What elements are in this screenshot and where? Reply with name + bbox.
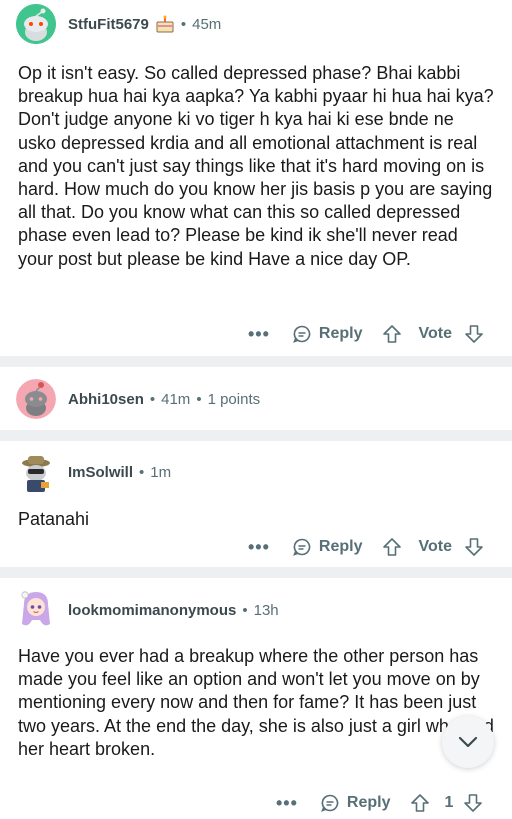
avatar[interactable]	[16, 379, 56, 419]
reply-button[interactable]: Reply	[292, 537, 363, 557]
separator	[0, 356, 512, 367]
reply-label: Reply	[318, 325, 363, 342]
comment-body: Patanahi	[18, 509, 90, 529]
cake-icon	[155, 15, 175, 33]
comment-header: Abhi10sen • 41m • 1 points	[16, 375, 260, 423]
comment-actions: ••• Reply Vote	[248, 532, 484, 562]
comment-actions: ••• Reply Vote	[248, 319, 484, 349]
comment-stfufit: StfuFit5679 • 45m Op it isn't easy. So c…	[0, 0, 512, 356]
more-options-button[interactable]: •••	[276, 793, 298, 814]
reply-icon	[320, 793, 340, 813]
timestamp: 45m	[192, 15, 222, 33]
comment-imsolwill: ImSolwill • 1m Patanahi ••• Reply Vote	[0, 441, 512, 567]
reply-button[interactable]: Reply	[320, 793, 391, 813]
reply-label: Reply	[346, 794, 391, 811]
username[interactable]: StfuFit5679	[68, 16, 149, 33]
comment-abhi10sen[interactable]: Abhi10sen • 41m • 1 points	[0, 367, 512, 430]
chevron-down-icon	[455, 729, 481, 755]
upvote-button[interactable]	[382, 537, 402, 557]
timestamp: 41m	[161, 390, 191, 408]
comment-body: Op it isn't easy. So called depressed ph…	[18, 63, 494, 269]
downvote-arrow-icon	[464, 324, 484, 344]
downvote-button[interactable]	[464, 537, 484, 557]
upvote-arrow-icon	[410, 793, 430, 813]
downvote-arrow-icon	[463, 793, 483, 813]
reply-label: Reply	[318, 538, 363, 555]
comment-body: Have you ever had a breakup where the ot…	[18, 646, 494, 759]
upvote-arrow-icon	[382, 537, 402, 557]
username[interactable]: lookmomimanonymous	[68, 602, 236, 619]
separator	[0, 430, 512, 441]
downvote-button[interactable]	[464, 324, 484, 344]
separator	[0, 567, 512, 578]
comment-header: StfuFit5679 • 45m	[16, 0, 221, 48]
vote-label: Vote	[418, 538, 452, 555]
downvote-button[interactable]	[463, 793, 483, 813]
avatar[interactable]	[16, 4, 56, 44]
username[interactable]: Abhi10sen	[68, 391, 144, 408]
upvote-arrow-icon	[382, 324, 402, 344]
reply-icon	[292, 324, 312, 344]
reply-icon	[292, 537, 312, 557]
comment-actions: ••• Reply 1	[276, 788, 483, 818]
more-options-button[interactable]: •••	[248, 537, 270, 558]
comment-lookmomimanonymous: lookmomimanonymous • 13h Have you ever h…	[0, 578, 512, 819]
scroll-down-button[interactable]	[442, 716, 494, 768]
upvote-button[interactable]	[382, 324, 402, 344]
vote-count: 1	[444, 794, 454, 811]
upvote-button[interactable]	[410, 793, 430, 813]
comment-header: ImSolwill • 1m	[16, 448, 171, 496]
username[interactable]: ImSolwill	[68, 464, 133, 481]
timestamp: 1m	[150, 463, 172, 481]
avatar[interactable]	[16, 590, 56, 630]
downvote-arrow-icon	[464, 537, 484, 557]
avatar[interactable]	[16, 452, 56, 492]
points: 1 points	[207, 390, 261, 408]
timestamp: 13h	[253, 601, 279, 619]
reply-button[interactable]: Reply	[292, 324, 363, 344]
comment-header: lookmomimanonymous • 13h	[16, 586, 279, 634]
more-options-button[interactable]: •••	[248, 324, 270, 345]
vote-label: Vote	[418, 325, 452, 342]
